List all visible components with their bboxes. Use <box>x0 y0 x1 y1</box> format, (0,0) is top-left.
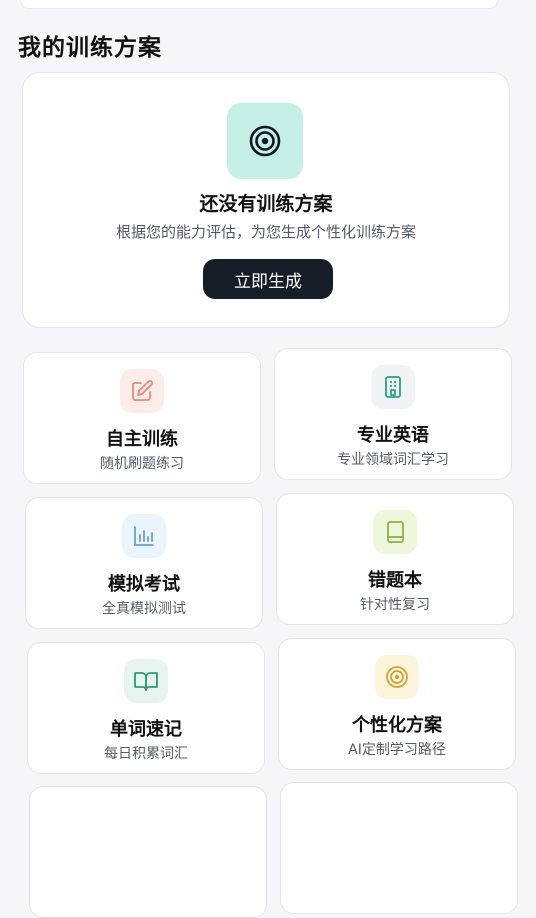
feature-card-self-training[interactable]: 自主训练 随机刷题练习 <box>23 352 261 484</box>
document-icon <box>371 365 415 409</box>
feature-title: 模拟考试 <box>108 574 180 595</box>
feature-card-mistake-book[interactable]: 错题本 针对性复习 <box>276 493 514 625</box>
edit-icon <box>120 369 164 413</box>
feature-subtitle: AI定制学习路径 <box>348 742 446 758</box>
feature-card-partial[interactable] <box>280 782 518 914</box>
feature-subtitle: 全真模拟测试 <box>102 601 186 617</box>
empty-plan-card: 还没有训练方案 根据您的能力评估，为您生成个性化训练方案 立即生成 <box>22 72 510 328</box>
feature-title: 专业英语 <box>357 425 429 446</box>
empty-plan-heading: 还没有训练方案 <box>199 193 333 215</box>
feature-title: 单词速记 <box>110 719 182 740</box>
feature-card-professional-english[interactable]: 专业英语 专业领域词汇学习 <box>274 348 512 480</box>
notebook-icon <box>373 510 417 554</box>
feature-card-mock-exam[interactable]: 模拟考试 全真模拟测试 <box>25 497 263 629</box>
feature-subtitle: 随机刷题练习 <box>100 456 184 472</box>
target-icon <box>227 103 303 179</box>
feature-subtitle: 针对性复习 <box>360 597 430 613</box>
feature-title: 个性化方案 <box>352 715 442 736</box>
feature-subtitle: 每日积累词汇 <box>104 746 188 762</box>
feature-title: 错题本 <box>368 570 422 591</box>
bar-chart-icon <box>122 514 166 558</box>
generate-plan-button[interactable]: 立即生成 <box>203 259 333 299</box>
feature-card-word-memorize[interactable]: 单词速记 每日积累词汇 <box>27 642 265 774</box>
feature-card-partial[interactable] <box>29 786 267 918</box>
open-book-icon <box>124 659 168 703</box>
feature-card-personalized-plan[interactable]: 个性化方案 AI定制学习路径 <box>278 638 516 770</box>
feature-subtitle: 专业领域词汇学习 <box>337 452 449 468</box>
feature-title: 自主训练 <box>106 429 178 450</box>
section-title: 我的训练方案 <box>18 35 162 61</box>
target-icon <box>375 655 419 699</box>
previous-card-edge <box>20 0 498 9</box>
empty-plan-description: 根据您的能力评估，为您生成个性化训练方案 <box>115 223 416 241</box>
